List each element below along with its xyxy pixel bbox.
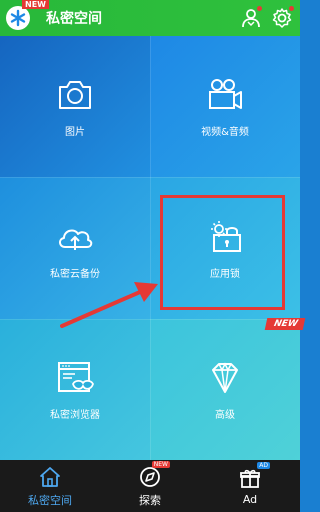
explore-icon: NEW: [138, 460, 170, 489]
ad-badge: AD: [257, 462, 270, 469]
divider: [0, 177, 300, 178]
gift-icon: AD: [238, 462, 270, 490]
snowflake-logo-icon[interactable]: [6, 6, 30, 30]
tile-video-audio[interactable]: 视频&音频: [150, 36, 300, 177]
user-add-icon[interactable]: [240, 6, 264, 30]
nav-item-explore[interactable]: NEW 探索: [100, 460, 200, 512]
camera-icon: [55, 75, 95, 115]
new-badge: NEW: [151, 460, 170, 468]
top-bar: NEW 私密空间: [0, 0, 300, 36]
divider: [150, 36, 151, 460]
nav-item-ad[interactable]: AD Ad: [200, 460, 300, 512]
incognito-browser-icon: [55, 358, 95, 398]
nav-item-private-space[interactable]: 私密空间: [0, 460, 100, 512]
nav-label: 私密空间: [28, 493, 72, 507]
gear-icon[interactable]: [270, 6, 294, 30]
highlight-box: [160, 195, 285, 310]
tile-label: 视频&音频: [201, 127, 249, 138]
tile-private-browser[interactable]: 私密浏览器: [0, 319, 150, 460]
tile-label: 高级: [215, 410, 235, 421]
tile-label: 私密浏览器: [50, 410, 100, 421]
cloud-upload-icon: [55, 217, 95, 257]
new-badge: NEW: [264, 318, 305, 330]
tile-label: 图片: [65, 127, 85, 138]
tile-photos[interactable]: 图片: [0, 36, 150, 177]
diamond-icon: [205, 358, 245, 398]
page-title: 私密空间: [46, 11, 102, 27]
pointer-arrow: [60, 282, 158, 328]
nav-label: 探索: [139, 493, 161, 507]
new-badge: NEW: [22, 0, 49, 9]
home-icon: [38, 465, 62, 489]
tile-advanced[interactable]: 高级: [150, 319, 300, 460]
nav-label: Ad: [242, 493, 258, 506]
video-camera-icon: [205, 75, 245, 115]
bottom-nav: 私密空间 NEW 探索 AD Ad: [0, 460, 300, 512]
